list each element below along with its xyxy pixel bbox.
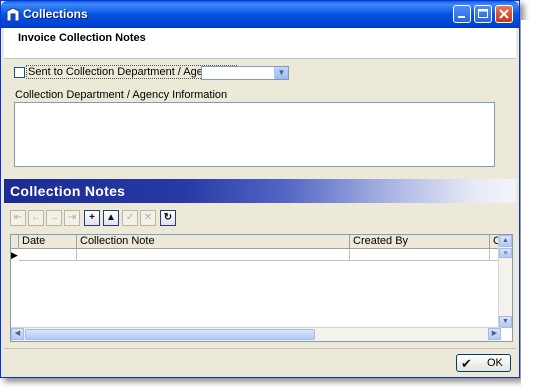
grid-header: Date Collection Note Created By Cr	[11, 235, 501, 249]
checkmark-icon: ✔	[461, 356, 472, 371]
close-icon	[499, 9, 509, 19]
collection-notes-header: Collection Notes	[4, 179, 516, 203]
move-up-icon[interactable]: ▲	[103, 210, 119, 226]
last-record-icon[interactable]: ⇥	[64, 210, 80, 226]
first-record-icon[interactable]: ⇤	[10, 210, 26, 226]
window-title: Collections	[23, 7, 88, 21]
agency-info-textarea[interactable]	[14, 102, 495, 167]
close-button[interactable]	[495, 5, 513, 23]
table-cell-created-by[interactable]	[350, 249, 490, 261]
previous-record-icon[interactable]: ←	[28, 210, 44, 226]
table-cell-date[interactable]	[19, 249, 77, 261]
minimize-button[interactable]	[453, 5, 471, 23]
refresh-icon[interactable]: ↻	[160, 210, 176, 226]
column-header-collection-note[interactable]: Collection Note	[77, 235, 350, 248]
scroll-left-icon[interactable]: ◀	[11, 328, 24, 340]
vertical-scroll-thumb[interactable]: ≡	[499, 248, 512, 258]
row-selector-header	[11, 235, 19, 248]
table-cell-note[interactable]	[77, 249, 350, 261]
maximize-button[interactable]	[474, 5, 492, 23]
page-title: Invoice Collection Notes	[18, 32, 146, 44]
sent-to-agency-checkbox[interactable]	[14, 67, 25, 78]
next-record-icon[interactable]: →	[46, 210, 62, 226]
collection-notes-grid[interactable]: Date Collection Note Created By Cr ▶ ▲ ≡…	[10, 234, 513, 342]
footer-divider	[4, 348, 516, 349]
column-header-created-by[interactable]: Created By	[350, 235, 490, 248]
horizontal-scrollbar[interactable]: ◀ ▶	[11, 327, 501, 341]
chevron-down-icon[interactable]: ▼	[274, 67, 288, 79]
title-bar[interactable]: Collections	[1, 1, 519, 28]
maximize-icon	[478, 9, 488, 18]
section-title: Collection Notes	[10, 183, 126, 199]
sent-date-dropdown[interactable]: ▼	[201, 66, 289, 80]
horizontal-scroll-thumb[interactable]	[25, 329, 315, 340]
ok-button[interactable]: ✔ OK	[456, 354, 511, 372]
scroll-up-icon[interactable]: ▲	[499, 235, 512, 247]
ok-label: OK	[487, 357, 503, 369]
minimize-icon	[458, 16, 465, 18]
collections-window: Collections Invoice Collection Notes Sen…	[0, 0, 520, 378]
background-window-edge	[521, 20, 534, 391]
scroll-right-icon[interactable]: ▶	[488, 328, 501, 340]
column-header-date[interactable]: Date	[19, 235, 77, 248]
edit-record-icon[interactable]: ✓	[122, 210, 138, 226]
agency-info-label: Collection Department / Agency Informati…	[15, 89, 228, 101]
header-panel: Invoice Collection Notes	[4, 28, 516, 59]
vertical-scrollbar[interactable]: ▲ ≡ ▼	[498, 235, 512, 328]
delete-record-icon[interactable]: ✕	[140, 210, 156, 226]
current-row-icon: ▶	[11, 250, 18, 260]
app-icon	[6, 7, 20, 22]
add-record-icon[interactable]: +	[84, 210, 100, 226]
